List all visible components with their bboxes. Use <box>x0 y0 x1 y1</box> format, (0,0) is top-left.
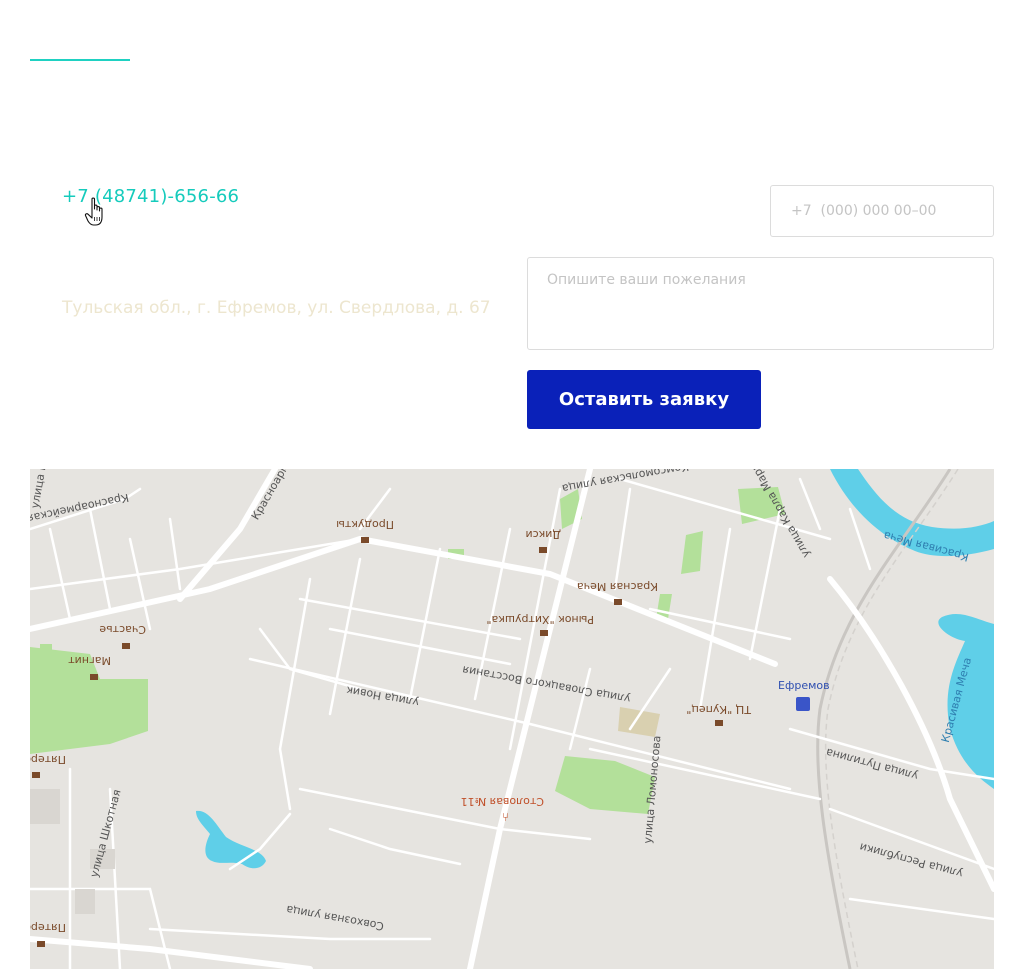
wishes-textarea[interactable] <box>527 257 994 350</box>
map-poi-pyaterochka-2: Пятерочка <box>30 921 66 934</box>
map-poi-produkty: Продукты <box>336 518 394 531</box>
contact-address: Тульская обл., г. Ефремов, ул. Свердлова… <box>62 298 491 318</box>
map-poi-efremov: Ефремов <box>778 679 830 692</box>
accent-line <box>30 59 130 61</box>
map-poi-rynok: Рынок "Хитрушка" <box>486 613 594 626</box>
map[interactable]: Красноармейская улица Комсомольская улиц… <box>30 469 994 969</box>
map-canvas: Красноармейская улица Комсомольская улиц… <box>30 469 994 969</box>
svg-text:⑂: ⑂ <box>502 810 509 824</box>
map-poi-tc-kupets: ТЦ "Купец" <box>686 703 752 716</box>
map-poi-krasnaya-mecha: Красная Меча <box>577 580 658 593</box>
phone-input[interactable] <box>770 185 994 237</box>
map-poi-magnit: Магнит <box>68 654 111 667</box>
hand-cursor-icon <box>84 197 103 226</box>
map-poi-schastye: Счастье <box>99 623 146 636</box>
map-poi-diksi: Дикси <box>525 528 561 541</box>
map-poi-pyaterochka-1: Пятерочка <box>30 753 66 766</box>
submit-request-button[interactable]: Оставить заявку <box>527 370 761 429</box>
map-poi-stolovaya: Столовая №11 <box>461 795 544 808</box>
